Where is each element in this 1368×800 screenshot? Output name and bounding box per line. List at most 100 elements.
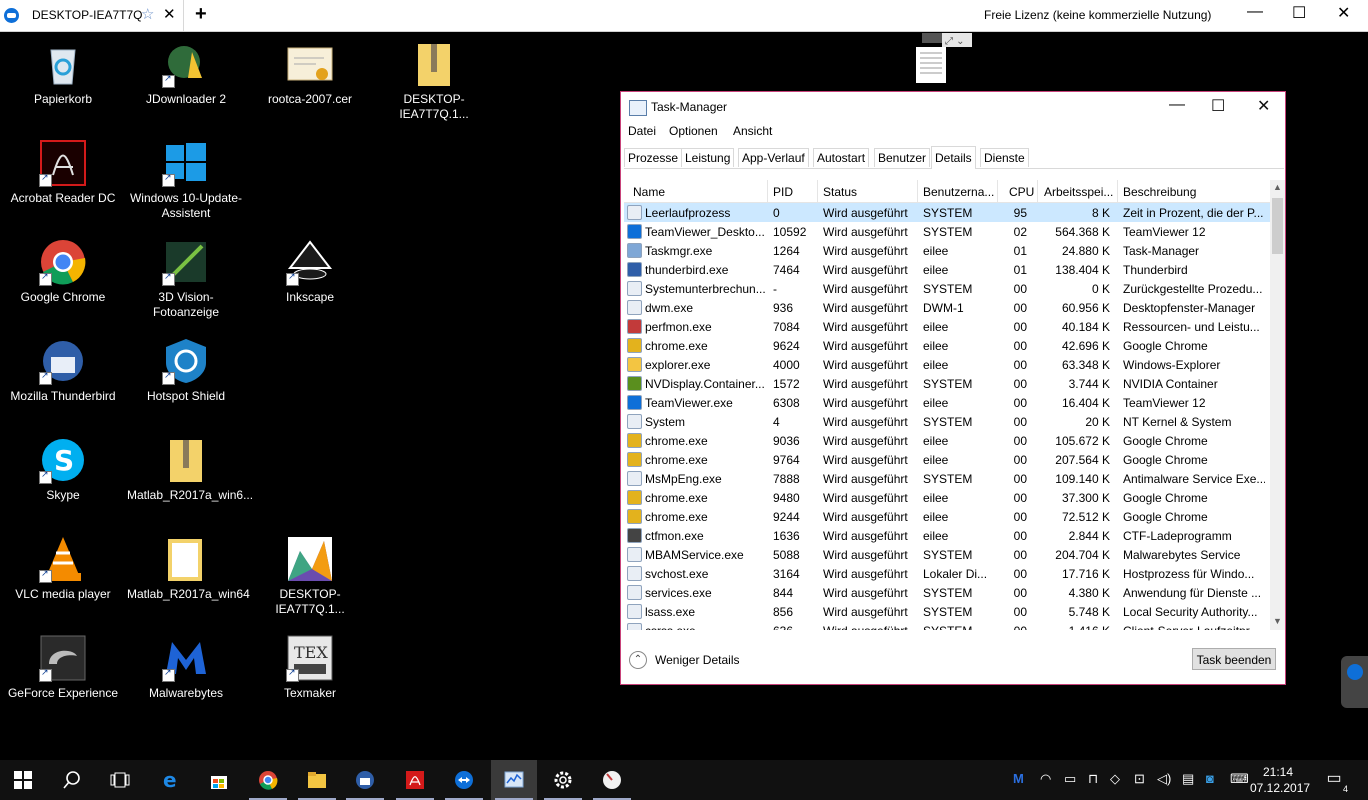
taskbar-start-button[interactable] bbox=[0, 760, 46, 800]
vertical-scrollbar[interactable]: ▲ ▼ bbox=[1270, 180, 1285, 630]
clock[interactable]: 21:14 07.12.2017 bbox=[1250, 764, 1310, 796]
table-row[interactable]: dwm.exe 936 Wird ausgeführt DWM-1 00 60.956 K… bbox=[624, 298, 1270, 317]
table-row[interactable]: explorer.exe 4000 Wird ausgeführt eilee 00 63… bbox=[624, 355, 1270, 374]
tab-prozesse[interactable]: Prozesse bbox=[624, 148, 683, 167]
taskbar-search-button[interactable] bbox=[49, 760, 95, 800]
close-icon[interactable]: ✕ bbox=[1337, 3, 1350, 23]
table-row[interactable]: csrss.exe 636 Wird ausgeführt SYSTEM00 1.416… bbox=[624, 621, 1270, 630]
desktop-icon[interactable]: Windows 10-Update-Assistent bbox=[127, 139, 245, 221]
usb-icon[interactable]: ⊓ bbox=[1088, 771, 1098, 787]
table-row[interactable]: Leerlaufprozess 0 Wird ausgeführt SYSTEM 95 8… bbox=[624, 203, 1270, 222]
table-row[interactable]: lsass.exe 856 Wird ausgeführt SYSTEM 00 5.748… bbox=[624, 602, 1270, 621]
menu-optionen[interactable]: Optionen bbox=[669, 124, 718, 138]
session-tab[interactable]: DESKTOP-IEA7T7Q ☆ ✕ bbox=[0, 0, 184, 31]
maximize-icon[interactable]: ☐ bbox=[1211, 96, 1225, 116]
table-row[interactable]: System 4 Wird ausgeführt SYSTEM 00 20 K NT Ker… bbox=[624, 412, 1270, 431]
desktop-icon[interactable]: GeForce Experience bbox=[4, 634, 122, 701]
remote-toolbar-widget[interactable]: ⤢ ⌄ bbox=[914, 31, 972, 83]
tab-autostart[interactable]: Autostart bbox=[813, 148, 870, 167]
teamviewer-side-panel-handle[interactable] bbox=[1341, 656, 1368, 708]
table-row[interactable]: TeamViewer.exe 6308 Wird ausgeführt eilee 00… bbox=[624, 393, 1270, 412]
new-tab-button[interactable]: + bbox=[195, 3, 207, 26]
tab-details[interactable]: Details bbox=[931, 146, 976, 169]
tab-dienste[interactable]: Dienste bbox=[980, 148, 1029, 167]
table-row[interactable]: svchost.exe 3164 Wird ausgeführt Lokaler Di… bbox=[624, 564, 1270, 583]
table-row[interactable]: Systemunterbrechun... - Wird ausgeführt SYS… bbox=[624, 279, 1270, 298]
close-icon[interactable]: ✕ bbox=[1257, 96, 1270, 116]
desktop-icon[interactable]: Malwarebytes bbox=[127, 634, 245, 701]
taskbar-explorer-button[interactable] bbox=[294, 760, 340, 800]
taskbar-task-view-button[interactable] bbox=[97, 760, 143, 800]
taskbar-taskmanager-button[interactable] bbox=[491, 760, 537, 800]
desktop-icon[interactable]: JDownloader 2 bbox=[127, 40, 245, 107]
task-manager-titlebar[interactable]: Task-Manager — ☐ ✕ bbox=[621, 92, 1285, 122]
table-row[interactable]: ctfmon.exe 1636 Wird ausgeführt eilee 00 2.84… bbox=[624, 526, 1270, 545]
favorite-star-icon[interactable]: ☆ bbox=[141, 5, 154, 23]
maximize-icon[interactable]: ☐ bbox=[1292, 3, 1306, 23]
chevron-up-icon[interactable]: ⌃ bbox=[629, 651, 647, 669]
taskbar-perfmon-button[interactable] bbox=[589, 760, 635, 800]
fewer-details-link[interactable]: Weniger Details bbox=[655, 653, 739, 667]
desktop-icon[interactable]: 3D Vision-Fotoanzeige bbox=[127, 238, 245, 320]
table-row[interactable]: perfmon.exe 7084 Wird ausgeführt eilee 00 40.… bbox=[624, 317, 1270, 336]
table-row[interactable]: chrome.exe 9764 Wird ausgeführt eilee 00 207.… bbox=[624, 450, 1270, 469]
desktop-icon[interactable]: S Skype bbox=[4, 436, 122, 503]
menu-ansicht[interactable]: Ansicht bbox=[733, 124, 772, 138]
desktop-icon[interactable]: Hotspot Shield bbox=[127, 337, 245, 404]
close-tab-icon[interactable]: ✕ bbox=[163, 5, 176, 23]
col-name[interactable]: Name bbox=[633, 185, 665, 199]
shield-icon[interactable]: ◇ bbox=[1110, 771, 1120, 787]
keyboard-icon[interactable]: ⌨ bbox=[1230, 771, 1249, 787]
teamviewer-tray-icon[interactable]: ◙ bbox=[1206, 771, 1214, 786]
desktop-icon[interactable]: VLC media player bbox=[4, 535, 122, 602]
col-memory[interactable]: Arbeitsspei... bbox=[1044, 185, 1113, 199]
action-center-icon[interactable]: ▭ 4 bbox=[1322, 768, 1348, 794]
scroll-up-icon[interactable]: ▲ bbox=[1273, 182, 1282, 192]
desktop-icon[interactable]: Mozilla Thunderbird bbox=[4, 337, 122, 404]
desktop-icon[interactable]: DESKTOP-IEA7T7Q.1... bbox=[375, 40, 493, 122]
table-row[interactable]: MBAMService.exe 5088 Wird ausgeführt SYSTEM… bbox=[624, 545, 1270, 564]
wifi-icon[interactable]: ◠ bbox=[1040, 771, 1051, 787]
tab-app-verlauf[interactable]: App-Verlauf bbox=[738, 148, 809, 167]
taskbar-thunderbird-button[interactable] bbox=[342, 760, 388, 800]
desktop-icon[interactable]: Google Chrome bbox=[4, 238, 122, 305]
taskbar-chrome-button[interactable] bbox=[245, 760, 291, 800]
table-row[interactable]: NVDisplay.Container... 1572 Wird ausgeführ… bbox=[624, 374, 1270, 393]
table-row[interactable]: Taskmgr.exe 1264 Wird ausgeführt eilee 01 24.… bbox=[624, 241, 1270, 260]
table-row[interactable]: chrome.exe 9624 Wird ausgeführt eilee 00 42.6… bbox=[624, 336, 1270, 355]
desktop-icon[interactable]: rootca-2007.cer bbox=[251, 40, 369, 107]
menu-datei[interactable]: Datei bbox=[628, 124, 656, 138]
desktop-icon[interactable]: DESKTOP-IEA7T7Q.1... bbox=[251, 535, 369, 617]
malwarebytes-tray-icon[interactable]: M bbox=[1013, 771, 1024, 786]
tab-benutzer[interactable]: Benutzer bbox=[874, 148, 931, 167]
col-cpu[interactable]: CPU bbox=[1009, 185, 1034, 199]
taskbar-teamviewer-button[interactable] bbox=[441, 760, 487, 800]
power-icon[interactable]: ⊡ bbox=[1134, 771, 1145, 787]
desktop-icon[interactable]: Acrobat Reader DC bbox=[4, 139, 122, 206]
battery-icon[interactable]: ▭ bbox=[1064, 771, 1076, 787]
taskbar-settings-button[interactable] bbox=[540, 760, 586, 800]
desktop-icon[interactable]: Matlab_R2017a_win64 bbox=[127, 535, 250, 602]
table-row[interactable]: services.exe 844 Wird ausgeführt SYSTEM 00 4.… bbox=[624, 583, 1270, 602]
table-row[interactable]: chrome.exe 9036 Wird ausgeführt eilee 00 105.… bbox=[624, 431, 1270, 450]
minimize-icon[interactable]: — bbox=[1247, 3, 1263, 21]
desktop-icon[interactable]: Papierkorb bbox=[4, 40, 122, 107]
col-description[interactable]: Beschreibung bbox=[1123, 185, 1196, 199]
desktop-icon[interactable]: TEX Texmaker bbox=[251, 634, 369, 701]
col-user[interactable]: Benutzerna... bbox=[923, 185, 994, 199]
table-row[interactable]: chrome.exe 9244 Wird ausgeführt eilee 00 72.5… bbox=[624, 507, 1270, 526]
col-status[interactable]: Status bbox=[823, 185, 857, 199]
network-icon[interactable]: ▤ bbox=[1182, 771, 1194, 787]
tab-leistung[interactable]: Leistung bbox=[681, 148, 735, 167]
col-pid[interactable]: PID bbox=[773, 185, 793, 199]
table-row[interactable]: thunderbird.exe 7464 Wird ausgeführt eilee 0… bbox=[624, 260, 1270, 279]
table-row[interactable]: TeamViewer_Deskto... 10592 Wird ausgeführt… bbox=[624, 222, 1270, 241]
task-manager-window[interactable]: Task-Manager — ☐ ✕ Datei Optionen Ansich… bbox=[620, 91, 1286, 685]
volume-icon[interactable]: ◁) bbox=[1157, 771, 1171, 787]
desktop-icon[interactable]: Matlab_R2017a_win6... bbox=[127, 436, 253, 503]
taskbar-store-button[interactable] bbox=[196, 760, 242, 800]
end-task-button[interactable]: Task beenden bbox=[1192, 648, 1276, 670]
table-row[interactable]: MsMpEng.exe 7888 Wird ausgeführt SYSTEM 00 10… bbox=[624, 469, 1270, 488]
desktop-icon[interactable]: Inkscape bbox=[251, 238, 369, 305]
scroll-down-icon[interactable]: ▼ bbox=[1273, 616, 1282, 626]
